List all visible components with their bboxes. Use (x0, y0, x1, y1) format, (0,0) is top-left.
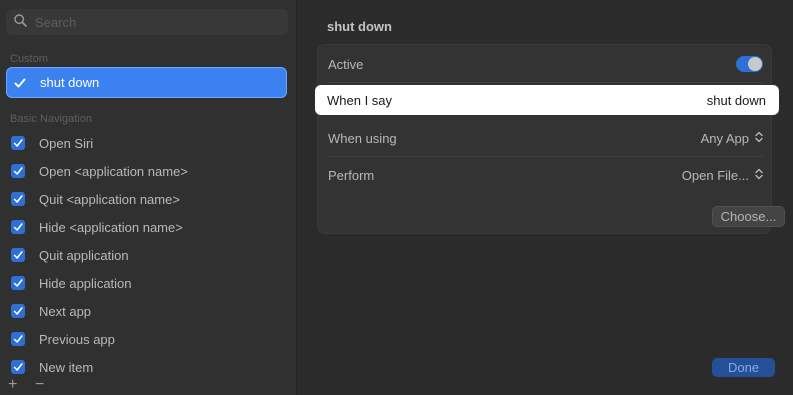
remove-button[interactable]: − (35, 376, 44, 394)
checkbox[interactable] (11, 248, 25, 262)
settings-card: Active When using Any App Perform Open F… (317, 44, 785, 234)
when-i-say-value[interactable]: shut down (707, 93, 766, 108)
add-button[interactable]: + (8, 376, 17, 394)
checkbox[interactable] (11, 192, 25, 206)
when-using-value: Any App (700, 130, 749, 146)
checkbox[interactable] (11, 332, 25, 346)
checkbox[interactable] (11, 360, 25, 374)
sidebar-bottom-bar: + − (0, 376, 297, 395)
perform-label: Perform (328, 167, 375, 183)
when-i-say-label: When I say (327, 92, 393, 108)
divider (328, 82, 763, 83)
basic-navigation-header: Basic Navigation (10, 113, 92, 125)
command-item[interactable]: Hide application (0, 269, 297, 297)
command-label: Next app (39, 303, 92, 319)
search-icon (14, 14, 27, 30)
custom-section-header: Custom (10, 53, 48, 65)
command-item[interactable]: Open <application name> (0, 157, 297, 185)
sidebar: Custom shut down Basic Navigation Open S… (0, 0, 297, 395)
detail-panel: shut down Active When using Any App Perf… (298, 0, 793, 395)
page-title: shut down (327, 19, 392, 34)
active-label: Active (328, 56, 364, 72)
command-label: New item (39, 359, 94, 375)
checkbox[interactable] (11, 136, 25, 150)
command-label: Quit <application name> (39, 191, 180, 207)
perform-popup[interactable]: Open File... (682, 168, 763, 183)
checkbox[interactable] (11, 220, 25, 234)
search-field[interactable] (6, 9, 288, 35)
command-label: Open Siri (39, 135, 94, 151)
command-item[interactable]: Next app (0, 297, 297, 325)
command-label: Open <application name> (39, 163, 188, 179)
perform-value: Open File... (681, 167, 749, 183)
when-using-label: When using (328, 130, 397, 146)
command-item[interactable]: Open Siri (0, 129, 297, 157)
when-using-row: When using Any App (318, 120, 773, 156)
command-label: Hide application (39, 275, 132, 291)
when-using-popup[interactable]: Any App (701, 131, 763, 146)
command-label: Quit application (39, 247, 129, 263)
selected-command-label: shut down (40, 75, 100, 90)
done-button[interactable]: Done (712, 358, 775, 377)
checkbox[interactable] (11, 304, 25, 318)
search-input[interactable] (35, 14, 275, 30)
updown-chevron-icon (755, 168, 763, 183)
command-list: Open Siri Open <application name> Quit <… (0, 129, 297, 381)
command-item[interactable]: Quit application (0, 241, 297, 269)
active-toggle[interactable] (736, 56, 763, 72)
when-i-say-row[interactable]: When I say shut down (315, 85, 779, 115)
command-item[interactable]: Hide <application name> (0, 213, 297, 241)
updown-chevron-icon (755, 131, 763, 146)
command-label: Hide <application name> (39, 219, 183, 235)
checkbox[interactable] (11, 164, 25, 178)
choose-button[interactable]: Choose... (712, 206, 785, 227)
checkmark-icon[interactable] (13, 76, 27, 90)
command-label: Previous app (39, 331, 115, 347)
checkbox[interactable] (11, 276, 25, 290)
perform-row: Perform Open File... (318, 157, 773, 193)
active-row: Active (318, 46, 773, 82)
command-item[interactable]: Quit <application name> (0, 185, 297, 213)
command-item[interactable]: Previous app (0, 325, 297, 353)
selected-command-shut-down[interactable]: shut down (6, 67, 287, 98)
